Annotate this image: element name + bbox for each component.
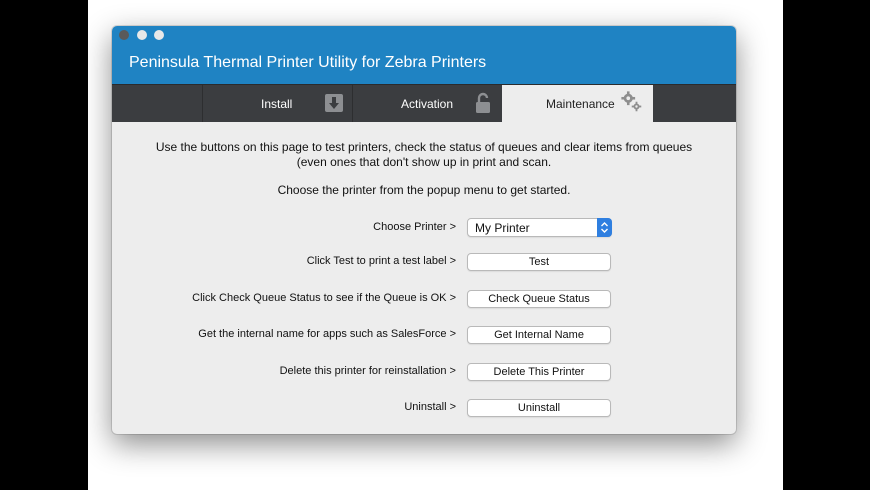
get-internal-name-button[interactable]: Get Internal Name	[467, 326, 611, 344]
tab-bar: Install Activation Maintenance	[112, 84, 736, 122]
tab-install[interactable]: Install	[202, 85, 352, 122]
minimize-window-button[interactable]	[137, 30, 147, 40]
close-window-button[interactable]	[119, 30, 129, 40]
delete-printer-label: Delete this printer for reinstallation >	[279, 365, 456, 377]
app-title: Peninsula Thermal Printer Utility for Ze…	[129, 54, 487, 71]
popup-stepper	[597, 218, 612, 237]
tab-activation[interactable]: Activation	[352, 85, 502, 122]
app-window: Peninsula Thermal Printer Utility for Ze…	[112, 26, 736, 434]
download-icon	[325, 94, 343, 112]
maintenance-panel: Use the buttons on this page to test pri…	[112, 121, 736, 434]
test-button[interactable]: Test	[467, 253, 611, 271]
unlock-icon	[476, 92, 490, 113]
uninstall-label: Uninstall >	[404, 401, 456, 413]
check-queue-status-button[interactable]: Check Queue Status	[467, 290, 611, 308]
uninstall-button[interactable]: Uninstall	[467, 399, 611, 417]
internal-name-label: Get the internal name for apps such as S…	[198, 328, 456, 340]
tab-install-label: Install	[261, 97, 293, 111]
chevron-up-down-icon	[601, 222, 608, 233]
zoom-window-button[interactable]	[154, 30, 164, 40]
delete-printer-button[interactable]: Delete This Printer	[467, 363, 611, 381]
instruction-text: Choose the printer from the popup menu t…	[277, 183, 571, 197]
test-label: Click Test to print a test label >	[306, 255, 456, 267]
check-queue-label: Click Check Queue Status to see if the Q…	[192, 292, 456, 304]
title-bar: Peninsula Thermal Printer Utility for Ze…	[112, 26, 736, 84]
intro-text: Use the buttons on this page to test pri…	[155, 140, 693, 169]
choose-printer-label: Choose Printer >	[373, 221, 456, 233]
tab-maintenance-label: Maintenance	[546, 97, 615, 111]
printer-select[interactable]: My Printer	[467, 218, 612, 237]
tab-maintenance[interactable]: Maintenance	[502, 85, 653, 122]
printer-select-value: My Printer	[475, 221, 530, 235]
gear-icon	[621, 91, 642, 112]
tab-activation-label: Activation	[401, 97, 454, 111]
